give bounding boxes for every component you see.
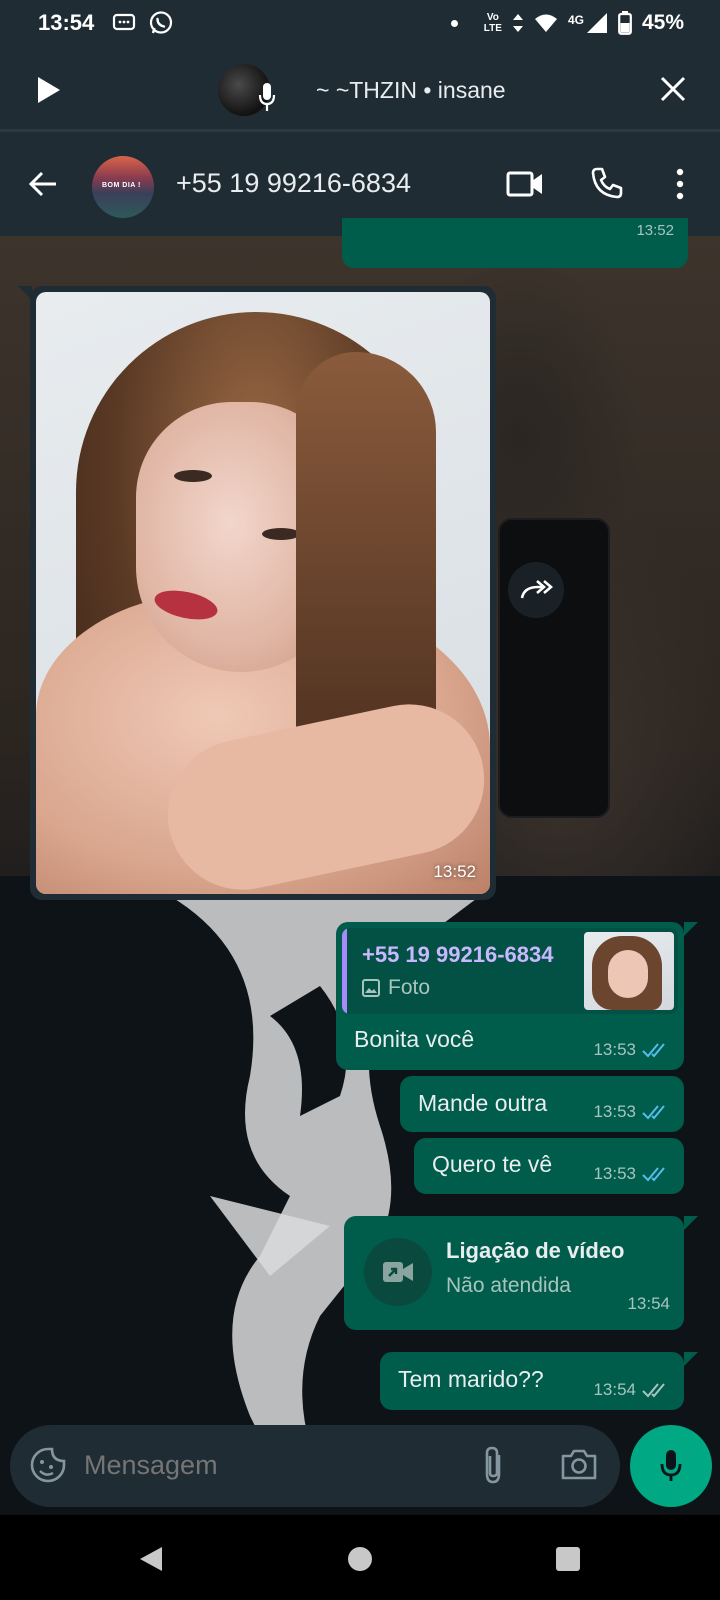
video-call-icon [383, 1262, 413, 1282]
read-ticks-icon [642, 1043, 665, 1058]
quoted-type: Foto [362, 976, 430, 1000]
forward-button[interactable] [508, 562, 564, 618]
quoted-type-label: Foto [388, 976, 431, 999]
message-meta: 13:54 [627, 1294, 670, 1314]
data-arrows-icon [512, 14, 523, 32]
message-meta: 13:53 [593, 1164, 670, 1184]
voice-chat-bar[interactable]: ~ ~THZIN • insane [0, 46, 720, 132]
status-bar: 13:54 Vo LTE 4G 45% [0, 0, 720, 46]
battery-icon [618, 11, 632, 35]
voice-record-button[interactable] [630, 1425, 712, 1507]
forward-icon [520, 580, 553, 599]
quoted-message[interactable]: +55 19 99216-6834 Foto [342, 928, 678, 1014]
system-navigation-bar [0, 1515, 720, 1600]
voice-chat-info[interactable]: ~ ~THZIN • insane [218, 64, 506, 116]
message-composer [10, 1425, 620, 1507]
back-arrow-icon[interactable] [28, 170, 58, 198]
cell-signal-icon [586, 13, 607, 33]
bubble-tail [684, 1352, 698, 1366]
video-call-icon[interactable] [506, 170, 544, 198]
nav-back-icon[interactable] [138, 1545, 164, 1573]
status-notification-icons [112, 10, 174, 36]
photo-eye [262, 528, 300, 540]
wifi-icon [534, 14, 557, 32]
volte-line2: LTE [483, 23, 502, 34]
message-text: Quero te vê [432, 1151, 553, 1177]
message-time: 13:54 [627, 1294, 670, 1313]
bubble-tail [684, 1216, 698, 1230]
microphone-icon [660, 1450, 682, 1481]
close-icon[interactable] [660, 76, 686, 102]
message-time: 13:54 [593, 1380, 636, 1399]
outgoing-message[interactable]: Mande outra 13:53 [400, 1076, 684, 1132]
photo-icon [362, 979, 380, 997]
message-input[interactable] [84, 1450, 464, 1481]
message-meta: 13:53 [593, 1102, 670, 1122]
outgoing-message[interactable]: Tem marido?? 13:54 [380, 1352, 684, 1410]
bubble-tail [684, 922, 698, 936]
read-ticks-icon [642, 1167, 665, 1182]
status-time: 13:54 [38, 10, 95, 35]
quoted-sender: +55 19 99216-6834 [362, 942, 554, 967]
contact-avatar[interactable]: BOM DIA ! [92, 156, 154, 218]
sticker-emoji-icon[interactable] [30, 1447, 66, 1483]
nav-home-icon[interactable] [348, 1547, 372, 1571]
phone-call-icon[interactable] [590, 166, 624, 200]
microphone-icon [258, 83, 276, 111]
outgoing-message[interactable]: Quero te vê 13:53 [414, 1138, 684, 1194]
notification-dot-icon [450, 19, 458, 27]
whatsapp-notification-icon [150, 11, 173, 34]
quote-accent-bar [342, 928, 347, 1014]
message-notification-icon [113, 13, 136, 31]
volte-line1: Vo [486, 12, 499, 23]
outgoing-reply-message[interactable]: +55 19 99216-6834 Foto Bonita você 13:53 [336, 922, 684, 1070]
message-time: 13:53 [593, 1164, 636, 1183]
message-meta: 13:53 [593, 1040, 670, 1060]
quoted-photo-thumbnail [584, 932, 674, 1010]
missed-video-call-message[interactable]: Ligação de vídeo Não atendida 13:54 [344, 1216, 684, 1330]
nav-recents-icon[interactable] [556, 1547, 580, 1571]
network-type-label: 4G [567, 13, 584, 27]
more-options-icon[interactable] [676, 168, 684, 200]
avatar-caption: BOM DIA ! [102, 182, 141, 189]
photo-eye [174, 470, 212, 482]
message-time: 13:52 [433, 862, 476, 881]
message-text: Tem marido?? [398, 1366, 544, 1392]
status-right-icons: Vo LTE 4G 45% [450, 11, 684, 35]
message-text: Mande outra [418, 1090, 548, 1116]
delivered-ticks-icon [642, 1383, 665, 1398]
voice-chat-title: ~ ~THZIN • insane [316, 76, 506, 103]
attach-icon[interactable] [480, 1445, 506, 1485]
received-photo[interactable]: 13:52 [36, 292, 490, 894]
message-text: Bonita você [354, 1026, 475, 1052]
image-message-bubble[interactable]: 13:52 [30, 286, 496, 900]
previous-message-bubble[interactable]: 13:52 [342, 218, 688, 268]
message-time: 13:52 [636, 222, 674, 239]
message-time: 13:53 [593, 1102, 636, 1121]
contact-name[interactable]: +55 19 99216-6834 [176, 168, 411, 199]
volte-icon: Vo LTE [484, 12, 502, 34]
battery-percent: 45% [641, 11, 684, 34]
camera-icon[interactable] [560, 1447, 598, 1481]
message-meta: 13:54 [593, 1380, 670, 1400]
play-icon[interactable] [34, 74, 64, 106]
call-icon-circle [364, 1238, 432, 1306]
read-ticks-icon [642, 1105, 665, 1120]
call-title: Ligação de vídeo [446, 1238, 625, 1263]
wallpaper-phone [498, 518, 610, 818]
message-time: 13:53 [593, 1040, 636, 1059]
call-status: Não atendida [446, 1274, 571, 1297]
